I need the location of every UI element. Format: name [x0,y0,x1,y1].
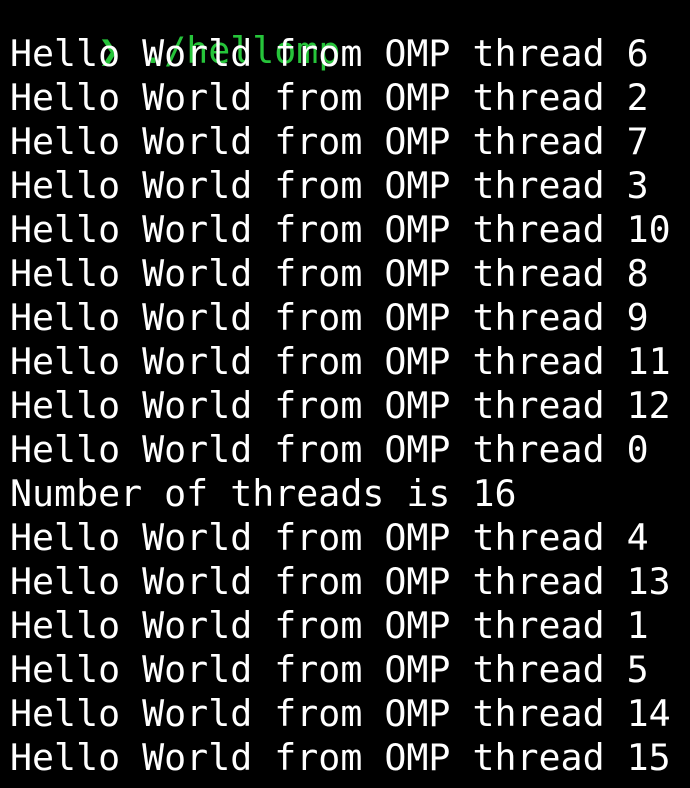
output-line: Hello World from OMP thread 3 [10,164,649,207]
output-line: Hello World from OMP thread 5 [10,648,649,691]
output-line: Hello World from OMP thread 0 [10,428,649,471]
output-line: Hello World from OMP thread 13 [10,560,671,603]
prompt-line: ❯ ./hellomp [10,0,690,70]
output-line: Hello World from OMP thread 7 [10,120,649,163]
output-line: Hello World from OMP thread 12 [10,384,671,427]
output-line: Hello World from OMP thread 10 [10,208,671,251]
output-line: Hello World from OMP thread 8 [10,252,649,295]
output-line: Hello World from OMP thread 1 [10,604,649,647]
output-line: Hello World from OMP thread 2 [10,76,649,119]
output-line: Number of threads is 16 [10,472,517,515]
output-line: Hello World from OMP thread 11 [10,340,671,383]
terminal-output: Hello World from OMP thread 6 Hello Worl… [10,32,690,780]
output-line: Hello World from OMP thread 4 [10,516,649,559]
terminal-window[interactable]: ❯ ./hellomp Hello World from OMP thread … [0,0,690,788]
output-line: Hello World from OMP thread 14 [10,692,671,735]
output-line: Hello World from OMP thread 9 [10,296,649,339]
output-line: Hello World from OMP thread 6 [10,32,649,75]
output-line: Hello World from OMP thread 15 [10,736,671,779]
